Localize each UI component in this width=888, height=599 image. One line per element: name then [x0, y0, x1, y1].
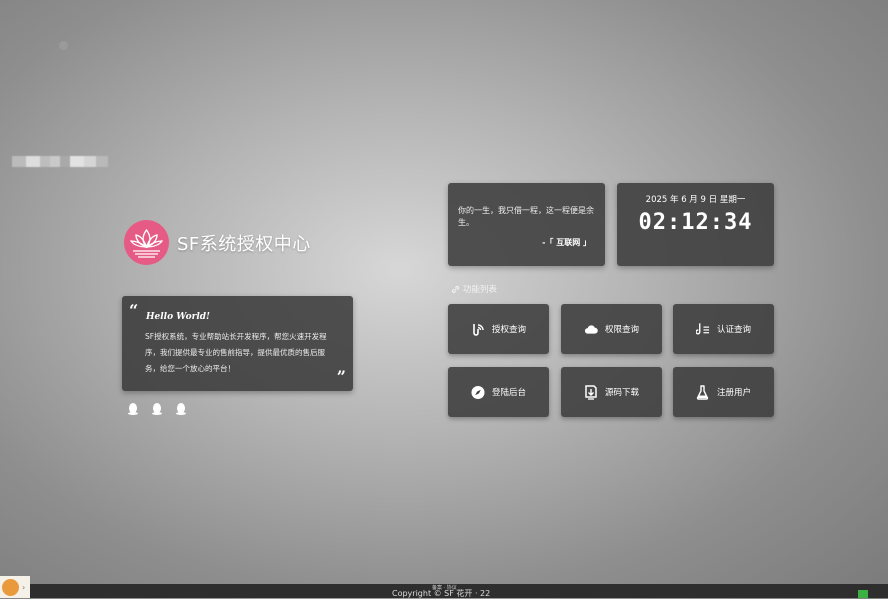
admin-login-button[interactable]: 登陆后台	[448, 367, 549, 417]
verify-icon	[695, 322, 710, 336]
register-user-button[interactable]: 注册用户	[673, 367, 774, 417]
contact-icons	[128, 403, 186, 416]
motto-source: -「 互联网 」	[542, 238, 591, 247]
source-download-button[interactable]: 源码下载	[561, 367, 662, 417]
brand-title: SF系统授权中心	[177, 233, 311, 255]
verify-query-button[interactable]: 认证查询	[673, 304, 774, 354]
blurred-placeholder-bar	[12, 156, 108, 167]
motto-card: 你的一生，我只借一程，这一程便是余生。 -「 互联网 」	[448, 183, 605, 266]
verify-query-label: 认证查询	[716, 325, 751, 335]
status-icon	[858, 590, 868, 598]
qq-icon[interactable]	[152, 403, 162, 416]
music-player-icon	[2, 579, 19, 596]
motto-text: 你的一生，我只借一程，这一程便是余生。	[458, 206, 594, 227]
footer-copyright: Copyright © SF 花开 · 22	[392, 589, 491, 598]
cloud-icon	[584, 322, 598, 336]
auth-query-button[interactable]: 授权查询	[448, 304, 549, 354]
link-icon	[452, 285, 459, 293]
function-list-label: 功能列表	[463, 285, 498, 295]
compass-icon	[471, 385, 485, 399]
clock-card: 2025 年 6 月 9 日 星期一 02:12:34	[617, 183, 774, 266]
intro-body: SF授权系统，专业帮助站长开发程序，帮您火速开发程序，我们提供最专业的售前指导，…	[145, 332, 327, 373]
expand-chevron-icon: ›	[22, 583, 26, 592]
permission-query-label: 权限查询	[604, 325, 639, 335]
intro-greeting: Hello World!	[146, 312, 210, 322]
flask-icon	[696, 384, 710, 400]
footer-bar: 备案 · 协议 Copyright © SF 花开 · 22	[0, 584, 888, 598]
admin-login-label: 登陆后台	[491, 388, 526, 398]
close-quote-icon: ”	[336, 367, 346, 386]
clock-date: 2025 年 6 月 9 日 星期一	[645, 195, 746, 205]
register-user-label: 注册用户	[716, 388, 751, 398]
floating-widget[interactable]: ›	[0, 576, 30, 598]
lotus-icon	[124, 220, 169, 265]
function-list-heading: 功能列表	[451, 283, 497, 295]
permission-query-button[interactable]: 权限查询	[561, 304, 662, 354]
source-download-label: 源码下载	[604, 388, 639, 398]
qq-icon[interactable]	[176, 403, 186, 416]
clock-time: 02:12:34	[638, 210, 753, 235]
auth-query-label: 授权查询	[491, 325, 526, 335]
corner-badge	[858, 590, 888, 598]
decorative-dot	[59, 41, 68, 50]
qq-icon[interactable]	[128, 403, 138, 416]
intro-card: “ Hello World! SF授权系统，专业帮助站长开发程序，帮您火速开发程…	[122, 296, 353, 391]
search-query-icon	[471, 322, 485, 336]
open-quote-icon: “	[129, 301, 139, 320]
download-icon	[584, 384, 598, 400]
brand: SF系统授权中心	[124, 220, 311, 265]
